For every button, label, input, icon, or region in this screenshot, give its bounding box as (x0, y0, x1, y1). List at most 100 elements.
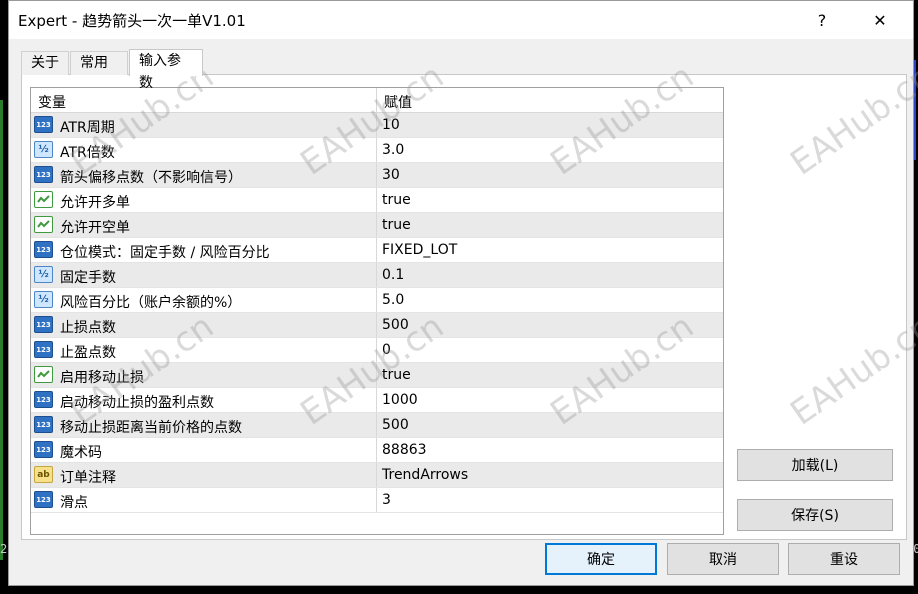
param-name: 箭头偏移点数（不影响信号） (60, 170, 242, 186)
integer-type-icon: 123 (34, 391, 53, 408)
param-name-cell: 允许开空单 (31, 213, 377, 237)
help-icon: ? (817, 10, 827, 30)
param-name-cell: 启用移动止损 (31, 363, 377, 387)
integer-type-icon: 123 (34, 116, 53, 133)
table-row[interactable]: 123 止盈点数 0 (31, 338, 723, 363)
param-value: FIXED_LOT (382, 242, 458, 258)
help-button[interactable]: ? (799, 1, 845, 39)
header-variable-label: 变量 (38, 95, 66, 111)
save-button-label: 保存(S) (791, 508, 839, 524)
table-row[interactable]: ab 订单注释 TrendArrows (31, 463, 723, 488)
param-value-cell[interactable]: FIXED_LOT (377, 238, 723, 262)
param-name: 仓位模式：固定手数 / 风险百分比 (60, 245, 270, 261)
tab-inputs[interactable]: 输入参数 (129, 49, 203, 91)
header-variable[interactable]: 变量 (31, 88, 377, 112)
ok-button-label: 确定 (587, 552, 615, 568)
param-name: 移动止损距离当前价格的点数 (60, 420, 242, 436)
integer-type-icon: 123 (34, 316, 53, 333)
param-value: 10 (382, 117, 400, 133)
param-value-cell[interactable]: true (377, 188, 723, 212)
bool-type-icon (34, 366, 53, 383)
param-value-cell[interactable]: true (377, 213, 723, 237)
table-row[interactable]: 允许开多单 true (31, 188, 723, 213)
table-row[interactable]: 启用移动止损 true (31, 363, 723, 388)
param-value-cell[interactable]: 30 (377, 163, 723, 187)
param-name: 滑点 (60, 495, 88, 511)
param-value-cell[interactable]: 0.1 (377, 263, 723, 287)
param-name: ATR周期 (60, 120, 115, 136)
param-name: 魔术码 (60, 445, 102, 461)
param-value: 0 (382, 342, 391, 358)
param-value: 30 (382, 167, 400, 183)
table-row[interactable]: ½ 固定手数 0.1 (31, 263, 723, 288)
cancel-button-label: 取消 (709, 552, 737, 568)
integer-type-icon: 123 (34, 491, 53, 508)
load-button-label: 加载(L) (791, 458, 839, 474)
reset-button-label: 重设 (830, 552, 858, 568)
table-row[interactable]: 123 启动移动止损的盈利点数 1000 (31, 388, 723, 413)
parameters-grid: 变量 赋值 123 ATR周期 10 ½ ATR倍数 3.0 123 箭头偏移点数（不影响信号… (30, 87, 724, 535)
param-value: true (382, 367, 411, 383)
param-value: 500 (382, 417, 409, 433)
expert-properties-dialog: Expert - 趋势箭头一次一单V1.01 ? ✕ 关于 常用 输入参数 变量… (8, 0, 914, 586)
tab-about-label: 关于 (31, 55, 59, 71)
param-name: 风险百分比（账户余额的%） (60, 295, 242, 311)
table-row[interactable]: 123 滑点 3 (31, 488, 723, 513)
tab-about[interactable]: 关于 (21, 51, 69, 75)
param-name-cell: 123 止盈点数 (31, 338, 377, 362)
param-value-cell[interactable]: 0 (377, 338, 723, 362)
integer-type-icon: 123 (34, 441, 53, 458)
param-value-cell[interactable]: 500 (377, 313, 723, 337)
integer-type-icon: 123 (34, 341, 53, 358)
table-row[interactable]: 123 仓位模式：固定手数 / 风险百分比 FIXED_LOT (31, 238, 723, 263)
window-title: Expert - 趋势箭头一次一单V1.01 (18, 12, 246, 30)
param-value: 0.1 (382, 267, 405, 283)
cancel-button[interactable]: 取消 (667, 543, 779, 575)
table-row[interactable]: 允许开空单 true (31, 213, 723, 238)
param-name-cell: ½ 固定手数 (31, 263, 377, 287)
param-name-cell: 123 启动移动止损的盈利点数 (31, 388, 377, 412)
grid-header: 变量 赋值 (31, 88, 723, 113)
param-name-cell: 123 ATR周期 (31, 113, 377, 137)
tab-common-label: 常用 (80, 55, 108, 71)
param-name-cell: 允许开多单 (31, 188, 377, 212)
header-value[interactable]: 赋值 (377, 88, 723, 112)
integer-type-icon: 123 (34, 416, 53, 433)
param-value-cell[interactable]: 500 (377, 413, 723, 437)
param-value-cell[interactable]: 5.0 (377, 288, 723, 312)
param-name-cell: 123 魔术码 (31, 438, 377, 462)
param-value-cell[interactable]: 3 (377, 488, 723, 512)
double-type-icon: ½ (34, 291, 53, 308)
param-value: 5.0 (382, 292, 405, 308)
table-row[interactable]: 123 止损点数 500 (31, 313, 723, 338)
table-row[interactable]: ½ ATR倍数 3.0 (31, 138, 723, 163)
tab-common[interactable]: 常用 (70, 51, 128, 75)
table-row[interactable]: ½ 风险百分比（账户余额的%） 5.0 (31, 288, 723, 313)
param-name-cell: ½ ATR倍数 (31, 138, 377, 162)
string-type-icon: ab (34, 466, 53, 483)
bool-type-icon (34, 191, 53, 208)
save-button[interactable]: 保存(S) (737, 499, 893, 531)
title-bar: Expert - 趋势箭头一次一单V1.01 ? ✕ (9, 1, 913, 39)
param-value-cell[interactable]: 3.0 (377, 138, 723, 162)
param-value-cell[interactable]: TrendArrows (377, 463, 723, 487)
table-row[interactable]: 123 箭头偏移点数（不影响信号） 30 (31, 163, 723, 188)
ok-button[interactable]: 确定 (545, 543, 657, 575)
param-value: TrendArrows (382, 467, 469, 483)
reset-button[interactable]: 重设 (788, 543, 900, 575)
param-name: 允许开空单 (60, 220, 130, 236)
param-name: 启用移动止损 (60, 370, 144, 386)
param-value-cell[interactable]: true (377, 363, 723, 387)
param-name-cell: ab 订单注释 (31, 463, 377, 487)
param-name: 订单注释 (60, 470, 116, 486)
table-row[interactable]: 123 移动止损距离当前价格的点数 500 (31, 413, 723, 438)
load-button[interactable]: 加载(L) (737, 449, 893, 481)
table-row[interactable]: 123 ATR周期 10 (31, 113, 723, 138)
close-button[interactable]: ✕ (857, 1, 903, 39)
table-row[interactable]: 123 魔术码 88863 (31, 438, 723, 463)
param-value-cell[interactable]: 1000 (377, 388, 723, 412)
param-name-cell: 123 止损点数 (31, 313, 377, 337)
param-value-cell[interactable]: 10 (377, 113, 723, 137)
chart-grid-line (0, 100, 3, 560)
param-value-cell[interactable]: 88863 (377, 438, 723, 462)
